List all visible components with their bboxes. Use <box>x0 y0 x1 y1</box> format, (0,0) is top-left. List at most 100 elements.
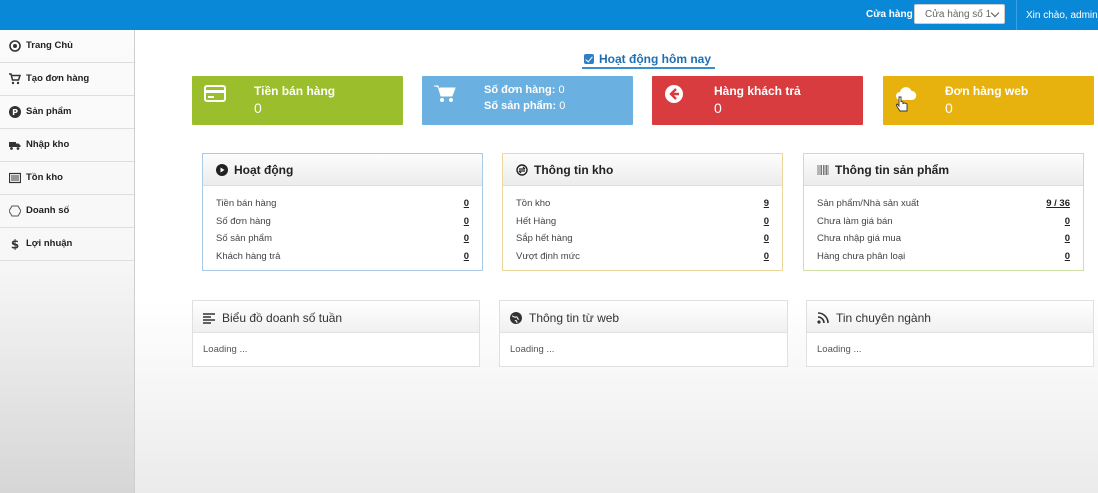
row-value-link[interactable]: 0 <box>764 213 769 231</box>
list-box-icon <box>9 172 21 184</box>
activity-panel: Hoạt động Tiền bán hàng 0 Số đơn hàng 0 Số… <box>202 153 483 271</box>
svg-text:$: $ <box>11 238 19 250</box>
sidebar-item-ton-kho[interactable]: Tồn kho <box>0 162 134 195</box>
barcode-icon <box>817 165 829 175</box>
web-orders-stat-value: 0 <box>945 100 953 116</box>
table-row: Chưa làm giá bán 0 <box>804 213 1083 231</box>
row-label: Chưa làm giá bán <box>817 215 893 227</box>
sidebar-item-label: Tồn kho <box>26 172 63 183</box>
row-value-link[interactable]: 9 <box>764 195 769 213</box>
sidebar-item-label: Trang Chủ <box>26 40 73 51</box>
store-select-value: Cửa hàng số 1 <box>925 9 992 20</box>
weekly-sales-chart-panel: Biểu đồ doanh số tuần Loading ... <box>192 300 480 367</box>
table-row: Tiền bán hàng 0 <box>203 195 482 213</box>
hexagon-icon <box>9 205 21 217</box>
activity-panel-header: Hoạt động <box>203 154 482 186</box>
sidebar-item-nhap-kho[interactable]: Nhập kho <box>0 129 134 162</box>
sidebar-item-trang-chu[interactable]: Trang Chủ <box>0 30 134 63</box>
row-value-link[interactable]: 9 / 36 <box>1046 195 1070 213</box>
orders-stat-card[interactable]: Số đơn hàng: 0 Số sản phẩm: 0 <box>422 76 633 125</box>
align-left-icon <box>203 313 215 324</box>
loading-text: Loading ... <box>203 344 248 355</box>
returns-stat-card[interactable]: Hàng khách trả 0 <box>652 76 863 125</box>
sidebar-item-san-pham[interactable]: P Sản phẩm <box>0 96 134 129</box>
stock-panel-title: Thông tin kho <box>534 163 614 177</box>
exchange-icon <box>516 164 528 176</box>
table-row: Tồn kho 9 <box>503 195 782 213</box>
greeting-text: Xin chào, admin <box>1026 10 1098 21</box>
sidebar-item-label: Nhập kho <box>26 139 70 150</box>
row-label: Số sản phẩm <box>216 233 272 244</box>
product-panel-header: Thông tin sản phẩm <box>804 154 1083 186</box>
row-label: Vượt định mức <box>516 250 580 262</box>
products-count-label: Số sản phẩm: <box>484 100 557 112</box>
table-row: Số sản phẩm 0 <box>203 230 482 248</box>
row-label: Hết Hàng <box>516 215 557 227</box>
svg-text:P: P <box>12 108 18 117</box>
cart-icon <box>434 85 456 102</box>
sidebar-item-label: Lợi nhuận <box>26 238 73 249</box>
row-label: Số đơn hàng <box>216 215 271 227</box>
rss-icon <box>817 312 829 324</box>
cart-icon <box>9 73 21 85</box>
row-label: Chưa nhập giá mua <box>817 233 901 244</box>
stock-panel: Thông tin kho Tồn kho 9 Hết Hàng 0 Sắp hết… <box>502 153 783 271</box>
web-info-panel: Thông tin từ web Loading ... <box>499 300 788 367</box>
check-square-icon <box>584 54 594 64</box>
industry-news-panel-title: Tin chuyên ngành <box>836 311 931 325</box>
sidebar-item-tao-don-hang[interactable]: Tạo đơn hàng <box>0 63 134 96</box>
arrow-circle-left-icon <box>665 85 683 103</box>
table-row: Khách hàng trả 0 <box>203 248 482 266</box>
orders-count-line: Số đơn hàng: 0 <box>484 84 565 96</box>
table-row: Hàng chưa phân loại 0 <box>804 248 1083 266</box>
activity-today-heading[interactable]: Hoạt động hôm nay <box>582 52 715 69</box>
sidebar-item-label: Tạo đơn hàng <box>26 73 90 84</box>
chevron-down-icon <box>990 8 1000 18</box>
row-label: Khách hàng trả <box>216 250 281 262</box>
table-row: Số đơn hàng 0 <box>203 213 482 231</box>
activity-panel-title: Hoạt động <box>234 163 294 177</box>
row-value-link[interactable]: 0 <box>764 230 769 248</box>
row-value-link[interactable]: 0 <box>764 248 769 266</box>
industry-news-panel-header: Tin chuyên ngành <box>807 301 1093 333</box>
activity-today-label: Hoạt động hôm nay <box>599 52 711 66</box>
returns-stat-value: 0 <box>714 100 722 116</box>
web-info-panel-title: Thông tin từ web <box>529 311 620 325</box>
weekly-sales-panel-header: Biểu đồ doanh số tuần <box>193 301 479 333</box>
row-label: Tồn kho <box>516 198 551 209</box>
play-circle-icon <box>216 164 228 176</box>
row-value-link[interactable]: 0 <box>464 248 469 266</box>
row-label: Sản phẩm/Nhà sản xuất <box>817 198 919 209</box>
weekly-sales-panel-title: Biểu đồ doanh số tuần <box>222 311 343 325</box>
sales-stat-title: Tiền bán hàng <box>254 84 336 98</box>
row-label: Hàng chưa phân loại <box>817 250 906 262</box>
table-row: Sắp hết hàng 0 <box>503 230 782 248</box>
credit-card-icon <box>204 85 226 102</box>
table-row: Hết Hàng 0 <box>503 213 782 231</box>
stock-panel-header: Thông tin kho <box>503 154 782 186</box>
row-value-link[interactable]: 0 <box>1065 230 1070 248</box>
row-value-link[interactable]: 0 <box>464 230 469 248</box>
table-row: Sản phẩm/Nhà sản xuất 9 / 36 <box>804 195 1083 213</box>
store-select[interactable]: Cửa hàng số 1 <box>914 4 1005 24</box>
sidebar-item-doanh-so[interactable]: Doanh số <box>0 195 134 228</box>
orders-count-value: 0 <box>558 84 565 96</box>
product-p-icon: P <box>9 106 21 118</box>
web-orders-stat-card[interactable]: Đơn hàng web 0 <box>883 76 1094 125</box>
web-orders-stat-title: Đơn hàng web <box>945 84 1029 98</box>
user-menu[interactable]: Xin chào, admin <box>1016 0 1098 30</box>
web-info-panel-header: Thông tin từ web <box>500 301 787 333</box>
products-count-value: 0 <box>559 100 566 112</box>
row-value-link[interactable]: 0 <box>464 213 469 231</box>
sales-stat-card[interactable]: Tiền bán hàng 0 <box>192 76 403 125</box>
returns-stat-title: Hàng khách trả <box>714 84 801 98</box>
row-value-link[interactable]: 0 <box>1065 248 1070 266</box>
sidebar-item-label: Doanh số <box>26 205 70 216</box>
row-value-link[interactable]: 0 <box>464 195 469 213</box>
main-content: Hoạt động hôm nay Tiền bán hàng 0 Số đơn… <box>135 30 1098 493</box>
row-value-link[interactable]: 0 <box>1065 213 1070 231</box>
globe-icon <box>510 312 522 324</box>
hand-pointer-icon <box>896 96 908 112</box>
sidebar-item-loi-nhuan[interactable]: $ Lợi nhuận <box>0 228 134 261</box>
loading-text: Loading ... <box>817 344 862 355</box>
